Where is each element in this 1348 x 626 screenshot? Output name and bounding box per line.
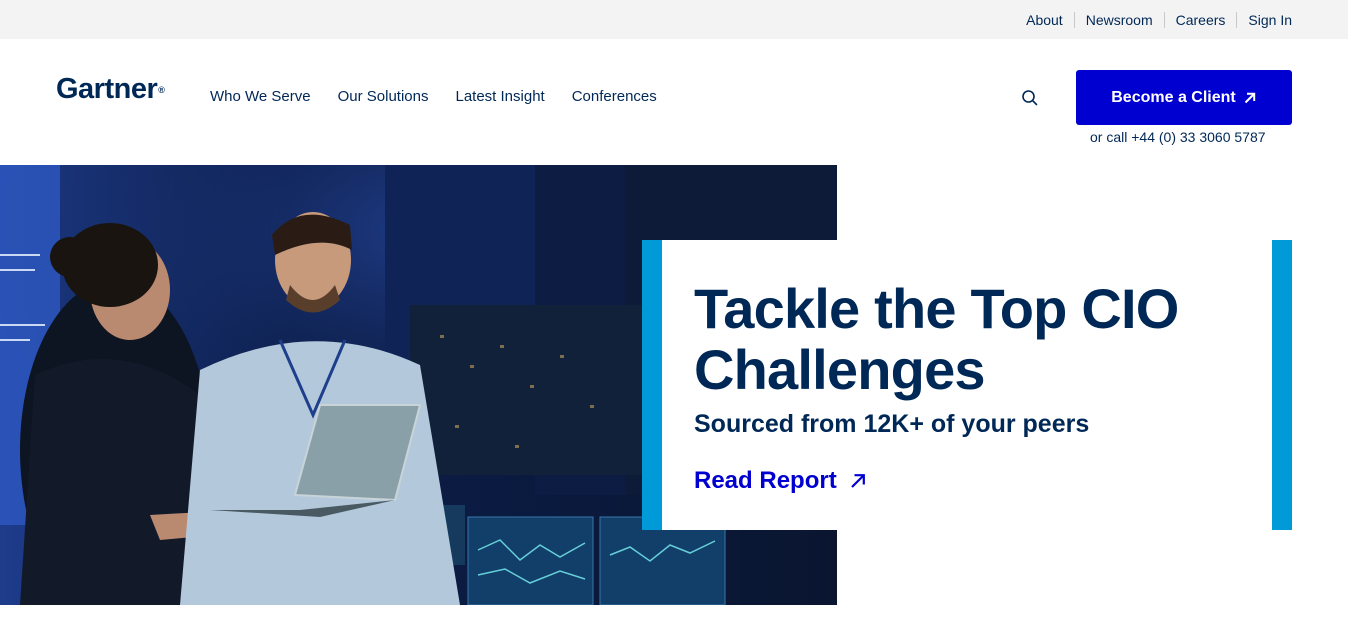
nav-item-latest-insight[interactable]: Latest Insight — [455, 88, 544, 105]
utility-nav: About Newsroom Careers Sign In — [1015, 0, 1292, 39]
become-a-client-button[interactable]: Become a Client — [1076, 70, 1292, 125]
nav-item-conferences[interactable]: Conferences — [572, 88, 657, 105]
read-report-link[interactable]: Read Report — [694, 467, 867, 495]
nav-item-who-we-serve[interactable]: Who We Serve — [210, 88, 311, 105]
utility-link-sign-in[interactable]: Sign In — [1236, 11, 1292, 28]
arrow-up-right-icon — [1244, 92, 1255, 103]
hero-card-accent-right — [1272, 240, 1292, 530]
utility-link-newsroom[interactable]: Newsroom — [1073, 11, 1164, 28]
arrow-up-right-icon — [850, 474, 865, 488]
read-report-label: Read Report — [694, 467, 837, 494]
gartner-logo[interactable]: Gartner® — [56, 73, 165, 106]
call-phone-text: or call +44 (0) 33 3060 5787 — [1090, 129, 1266, 145]
hero-card-accent-left — [642, 240, 662, 530]
logo-text: Gartner — [56, 73, 158, 105]
hero-card: Tackle the Top CIO Challenges Sourced fr… — [662, 240, 1272, 530]
hero-subtitle: Sourced from 12K+ of your peers — [694, 410, 1090, 438]
nav-item-our-solutions[interactable]: Our Solutions — [338, 88, 429, 105]
main-header: Gartner® Who We Serve Our Solutions Late… — [0, 39, 1348, 165]
search-icon — [1022, 90, 1038, 106]
utility-bar: About Newsroom Careers Sign In — [0, 0, 1348, 39]
search-button[interactable] — [1020, 88, 1040, 108]
utility-link-careers[interactable]: Careers — [1163, 11, 1237, 28]
utility-link-about[interactable]: About — [1015, 12, 1074, 28]
hero-title: Tackle the Top CIO Challenges — [694, 277, 1179, 401]
primary-nav: Who We Serve Our Solutions Latest Insigh… — [210, 88, 657, 105]
cta-label: Become a Client — [1111, 88, 1236, 106]
logo-mark: ® — [158, 85, 165, 95]
